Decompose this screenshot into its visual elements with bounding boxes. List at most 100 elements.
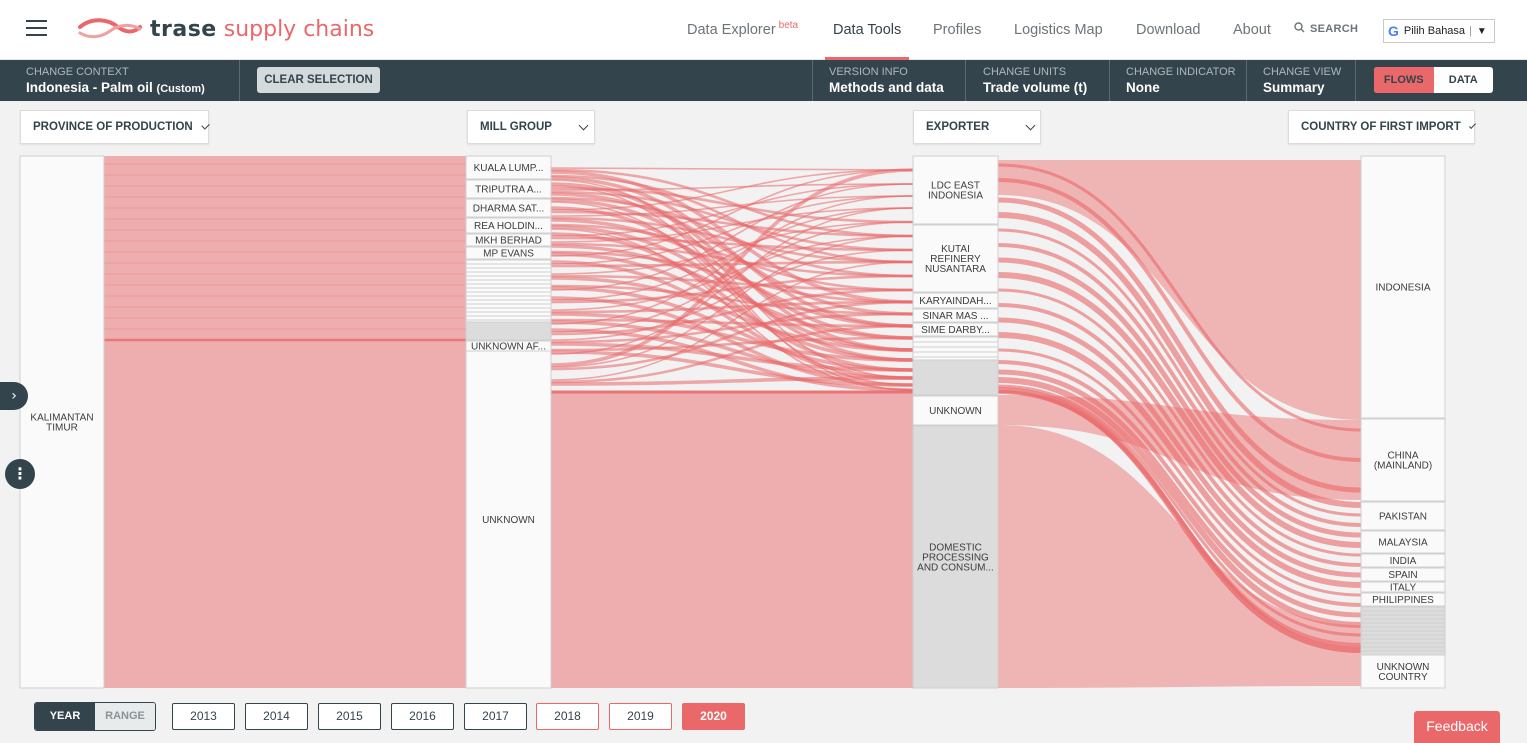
node-country-small[interactable] (1360, 622, 1446, 628)
column-selector-mill-group[interactable]: MILL GROUP (467, 110, 595, 144)
node-mill-group-small[interactable] (465, 279, 552, 285)
year-button-2020[interactable]: 2020 (682, 703, 745, 730)
dropdown-arrow-icon: ▼ (1476, 25, 1487, 37)
more-options-icon[interactable]: ⋮ (5, 459, 35, 489)
nav-data-tools[interactable]: Data Tools (824, 0, 910, 60)
node-label: UNKNOWN (929, 406, 982, 417)
node-label: (MAINLAND) (1374, 461, 1432, 472)
menu-icon[interactable] (26, 20, 47, 38)
node-mill-group-small[interactable] (465, 271, 552, 277)
node-country-small[interactable] (1360, 650, 1446, 656)
flow-province-mill-unknown (104, 341, 466, 688)
context-value: Indonesia - Palm oil (26, 80, 153, 95)
brand-name: trase (150, 16, 217, 42)
node-label: INDONESIA (928, 191, 983, 202)
node-country-small[interactable] (1360, 634, 1446, 640)
year-button-2014[interactable]: 2014 (245, 703, 308, 730)
version-value: Methods and data (829, 80, 944, 95)
node-mill-group-small[interactable] (465, 263, 552, 269)
nav-label: Data Explorer (687, 22, 776, 38)
year-button-2018[interactable]: 2018 (536, 703, 599, 730)
column-selector-exporter[interactable]: EXPORTER (913, 110, 1041, 144)
year-button-2015[interactable]: 2015 (318, 703, 381, 730)
node-mill-group-small[interactable] (465, 267, 552, 273)
clear-selection-button[interactable]: CLEAR SELECTION (257, 67, 380, 93)
node-mill-group-small[interactable] (465, 303, 552, 309)
nav-profiles[interactable]: Profiles (933, 0, 981, 60)
year-button-2019[interactable]: 2019 (609, 703, 672, 730)
change-context[interactable]: CHANGE CONTEXT Indonesia - Palm oil (Cus… (26, 60, 205, 101)
change-view[interactable]: CHANGE VIEW Summary (1263, 60, 1341, 101)
data-toggle-button[interactable]: DATA (1434, 67, 1494, 93)
view-label: CHANGE VIEW (1263, 66, 1342, 78)
node-label: INDIA (1390, 556, 1417, 567)
node-country-small[interactable] (1360, 646, 1446, 652)
node-exporter-small[interactable] (912, 359, 999, 396)
node-label: MKH BERHAD (475, 236, 542, 247)
flows-toggle-button[interactable]: FLOWS (1374, 67, 1434, 93)
beta-badge: beta (778, 20, 799, 31)
range-mode-button[interactable]: RANGE (95, 703, 155, 730)
column-label: COUNTRY OF FIRST IMPORT (1301, 121, 1461, 133)
node-country-small[interactable] (1360, 638, 1446, 644)
trase-logo[interactable]: trase supply chains (78, 14, 374, 44)
search-label: SEARCH (1310, 23, 1359, 35)
node-exporter-small[interactable] (912, 346, 999, 353)
node-label: SPAIN (1388, 570, 1417, 581)
column-selector-country[interactable]: COUNTRY OF FIRST IMPORT (1288, 110, 1476, 144)
nav-label: About (1233, 22, 1271, 38)
indicator-value: None (1126, 80, 1160, 95)
node-mill-group-small[interactable] (465, 287, 552, 293)
change-units[interactable]: CHANGE UNITS Trade volume (t) (983, 60, 1087, 101)
brand-subtitle: supply chains (223, 16, 375, 42)
node-mill-group-small[interactable] (465, 299, 552, 305)
node-country-small[interactable] (1360, 614, 1446, 620)
node-country-small[interactable] (1360, 618, 1446, 624)
units-value: Trade volume (t) (983, 80, 1088, 95)
chevron-down-icon (1025, 120, 1036, 130)
node-exporter-small[interactable] (912, 351, 999, 358)
version-info[interactable]: VERSION INFO Methods and data (829, 60, 944, 101)
node-exporter-small[interactable] (912, 336, 999, 343)
nav-data-explorer[interactable]: Data Explorer beta (687, 0, 798, 60)
change-indicator[interactable]: CHANGE INDICATOR None (1126, 60, 1236, 101)
node-mill-group-small[interactable] (465, 291, 552, 297)
language-select[interactable]: G Pilih Bahasa | ▼ (1383, 19, 1495, 43)
node-mill-group-small[interactable] (465, 275, 552, 281)
search-button[interactable]: SEARCH (1294, 22, 1358, 35)
context-bar: CHANGE CONTEXT Indonesia - Palm oil (Cus… (0, 60, 1527, 101)
year-button-2016[interactable]: 2016 (391, 703, 454, 730)
node-mill-group-small[interactable] (465, 311, 552, 317)
nav-logistics-map[interactable]: Logistics Map (1014, 0, 1103, 60)
node-mill-group-small[interactable] (465, 283, 552, 289)
nav-download[interactable]: Download (1136, 0, 1201, 60)
year-mode-button[interactable]: YEAR (35, 703, 95, 730)
node-country-small[interactable] (1360, 630, 1446, 636)
chevron-right-icon[interactable]: › (0, 382, 28, 410)
year-button-2013[interactable]: 2013 (172, 703, 235, 730)
column-selector-province[interactable]: PROVINCE OF PRODUCTION (20, 110, 210, 144)
node-country-small[interactable] (1360, 606, 1446, 612)
node-mill-group-small[interactable] (465, 259, 552, 265)
divider (1109, 60, 1110, 101)
node-mill-group-small[interactable] (465, 321, 552, 341)
node-country-small[interactable] (1360, 610, 1446, 616)
node-label: UNKNOWN (482, 515, 535, 526)
node-exporter-small[interactable] (912, 341, 999, 348)
nav-label: Logistics Map (1014, 22, 1103, 38)
node-mill-group-small[interactable] (465, 295, 552, 301)
column-label: EXPORTER (926, 121, 990, 133)
year-button-2017[interactable]: 2017 (464, 703, 527, 730)
node-label: TRIPUTRA A... (475, 185, 542, 196)
language-separator: | (1469, 25, 1472, 37)
node-mill-group-small[interactable] (465, 315, 552, 321)
node-mill-group-small[interactable] (465, 307, 552, 313)
trase-logo-mark-icon (78, 18, 142, 39)
divider (812, 60, 813, 101)
node-label: TIMUR (46, 423, 78, 434)
node-country-small[interactable] (1360, 642, 1446, 648)
sankey-flows (103, 156, 1362, 688)
nav-about[interactable]: About (1233, 0, 1271, 60)
feedback-button[interactable]: Feedback (1414, 711, 1500, 743)
node-country-small[interactable] (1360, 626, 1446, 632)
